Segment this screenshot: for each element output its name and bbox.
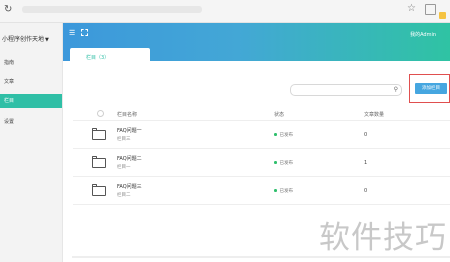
- table-row[interactable]: FAQ问题一 栏目三 已发布 0: [73, 122, 450, 149]
- select-all-checkbox[interactable]: [97, 110, 104, 117]
- sidebar-item-label: 设置: [4, 119, 15, 125]
- sidebar-item-label: 文章: [4, 79, 15, 85]
- sidebar-item-articles[interactable]: 文章: [0, 75, 62, 89]
- caret-down-icon: ▼: [45, 37, 49, 43]
- brand-name: 小程序创作天地: [2, 36, 45, 43]
- user-menu[interactable]: 我的Admin: [410, 31, 436, 38]
- address-bar[interactable]: [22, 6, 202, 13]
- tab-label: 栏目（3）: [86, 55, 110, 61]
- sidebar-item-columns[interactable]: 栏目: [0, 94, 62, 108]
- browser-toolbar: ↻ ☆: [0, 0, 450, 23]
- highlight-box: 添加栏目: [409, 74, 450, 103]
- table-row[interactable]: FAQ问题三 栏目二 已发布 0: [73, 178, 450, 205]
- sidebar-item-label: 指南: [4, 60, 15, 66]
- search-icon[interactable]: ⚲: [394, 85, 398, 95]
- folder-icon: [92, 184, 106, 196]
- status-text: 已发布: [279, 189, 294, 194]
- extension-icon[interactable]: [425, 4, 436, 15]
- sidebar-item-guide[interactable]: 指南: [0, 56, 62, 70]
- column-header-status: 状态: [274, 112, 285, 118]
- add-column-button[interactable]: 添加栏目: [415, 83, 447, 94]
- status-badge: 已发布: [274, 188, 293, 194]
- status-badge: 已发布: [274, 132, 293, 138]
- column-header-count: 文章数量: [364, 112, 385, 118]
- folder-icon: [92, 128, 106, 140]
- watermark-text: 软件技巧: [319, 220, 447, 256]
- row-subtitle: 栏目二: [117, 193, 131, 198]
- article-count: 1: [364, 160, 368, 166]
- sidebar: 小程序创作天地▼ 指南 文章 栏目 设置: [0, 23, 63, 262]
- row-title: FAQ问题一: [117, 128, 142, 134]
- table-row[interactable]: FAQ问题二 栏目一 已发布 1: [73, 150, 450, 177]
- article-count: 0: [364, 188, 368, 194]
- status-text: 已发布: [279, 161, 294, 166]
- search-input[interactable]: ⚲: [290, 84, 402, 96]
- sidebar-item-settings[interactable]: 设置: [0, 115, 62, 129]
- row-subtitle: 栏目一: [117, 165, 131, 170]
- row-title: FAQ问题二: [117, 156, 142, 162]
- status-dot-icon: [274, 189, 277, 192]
- extension-badge-icon[interactable]: [439, 12, 446, 19]
- sidebar-item-label: 栏目: [4, 98, 15, 104]
- row-title: FAQ问题三: [117, 184, 142, 190]
- tab-columns[interactable]: 栏目（3）: [70, 48, 150, 66]
- fullscreen-icon[interactable]: [81, 29, 88, 36]
- reload-icon[interactable]: ↻: [4, 4, 12, 16]
- status-dot-icon: [274, 161, 277, 164]
- star-icon[interactable]: ☆: [407, 3, 416, 14]
- folder-icon: [92, 156, 106, 168]
- column-header-name: 栏目名称: [117, 112, 138, 118]
- status-dot-icon: [274, 133, 277, 136]
- status-text: 已发布: [279, 133, 294, 138]
- menu-icon[interactable]: ☰: [69, 29, 75, 37]
- table-header: 栏目名称 状态 文章数量: [73, 107, 450, 121]
- row-subtitle: 栏目三: [117, 137, 131, 142]
- status-badge: 已发布: [274, 160, 293, 166]
- article-count: 0: [364, 132, 368, 138]
- brand-selector[interactable]: 小程序创作天地▼: [2, 34, 49, 43]
